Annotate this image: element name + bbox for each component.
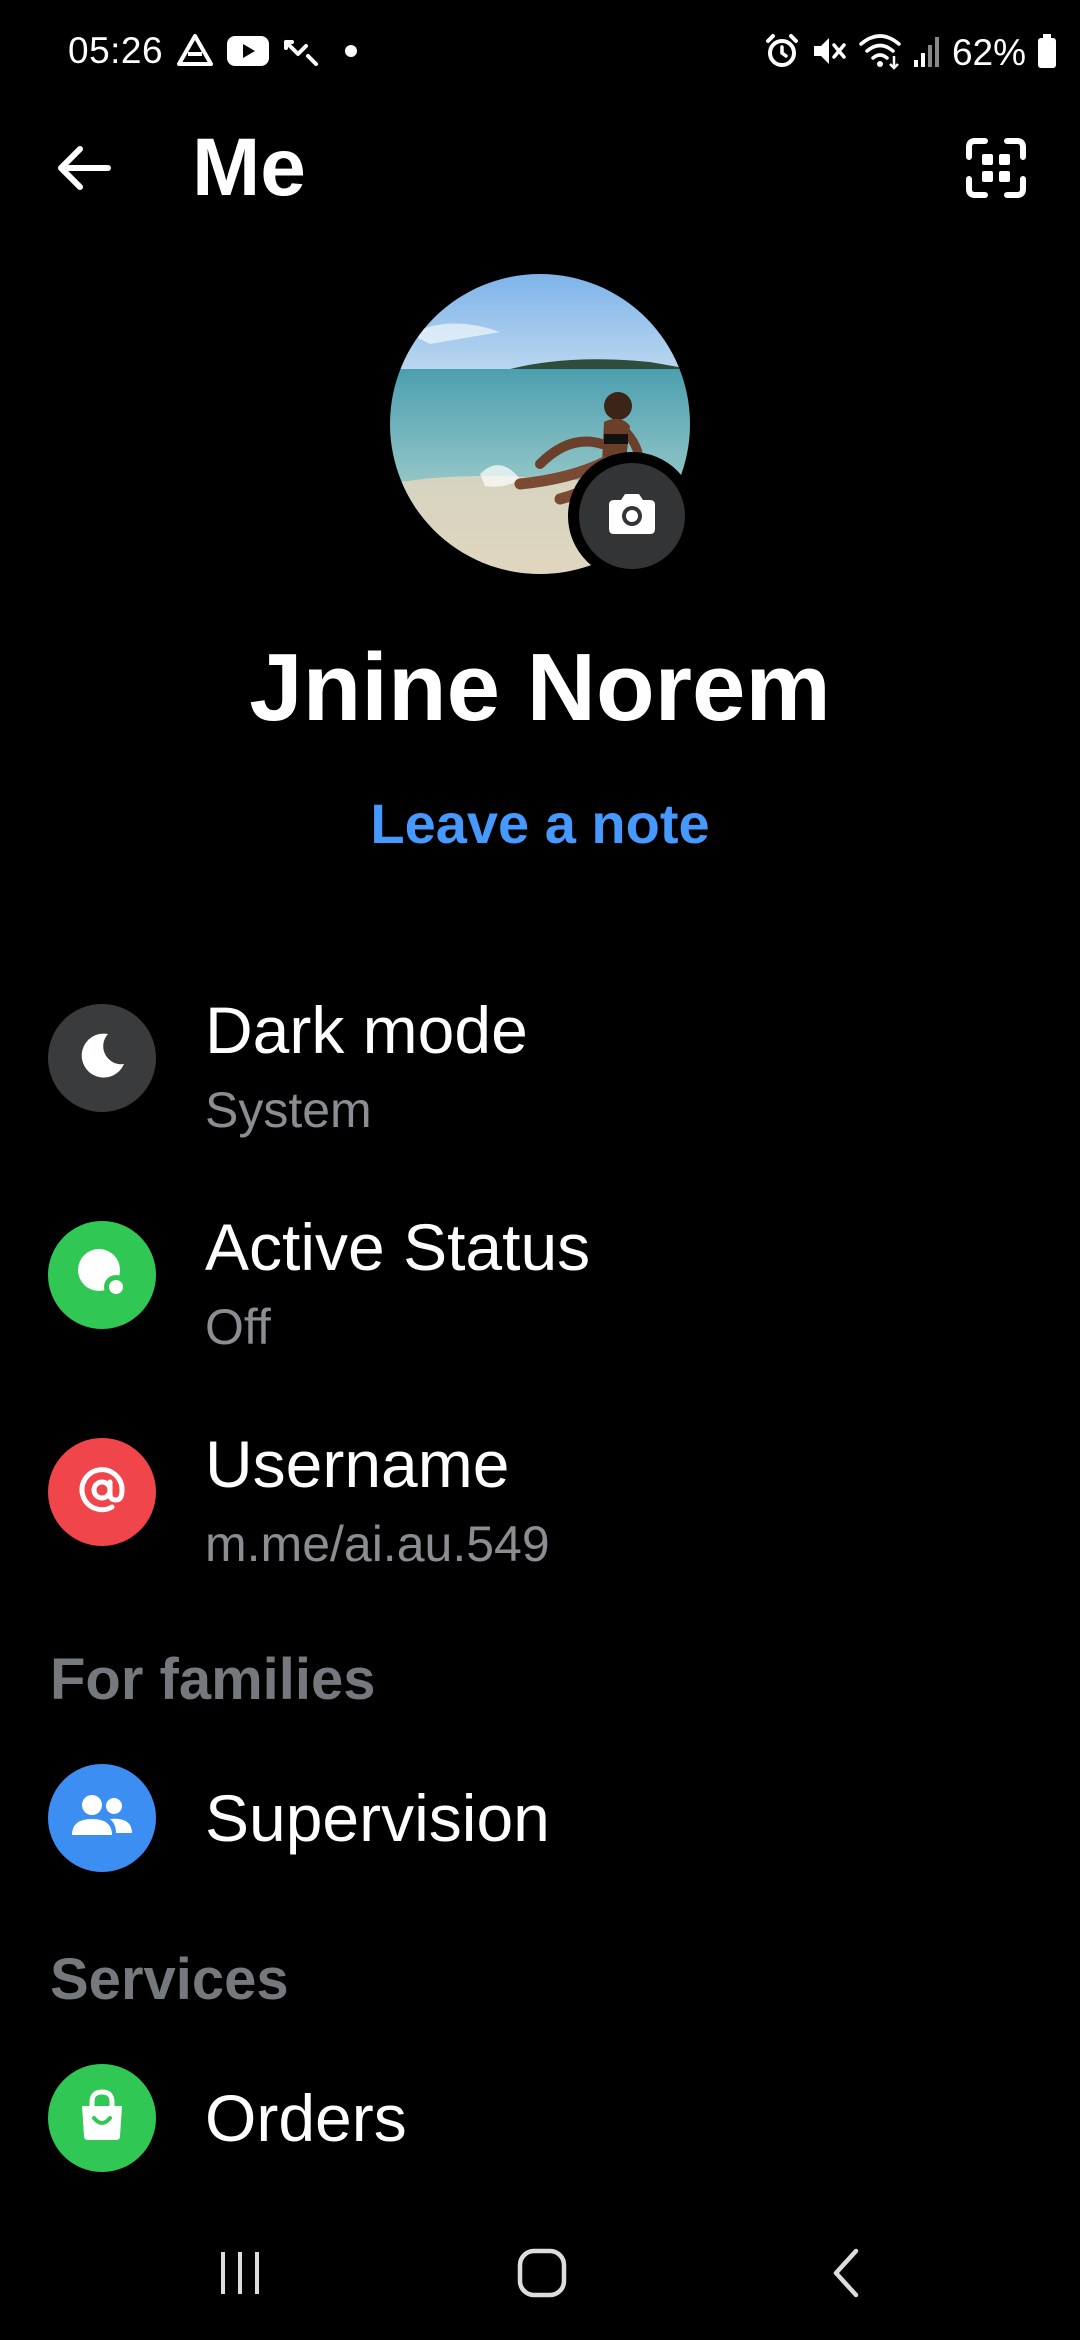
at-sign-icon	[72, 1460, 132, 1525]
home-button[interactable]	[482, 2230, 602, 2320]
username-value: m.me/ai.au.549	[205, 1516, 550, 1572]
system-nav-bar	[0, 2210, 1080, 2340]
change-photo-button[interactable]	[568, 452, 696, 580]
recents-icon	[215, 2248, 265, 2303]
drive-icon	[176, 33, 214, 74]
profile-name: Jnine Norem	[249, 634, 831, 741]
section-header-families: For families	[50, 1647, 376, 1712]
status-time: 05:26	[68, 30, 164, 71]
status-notification-icons	[176, 30, 358, 76]
nav-back-button[interactable]	[786, 2230, 906, 2320]
supervision-item[interactable]: Supervision	[0, 1760, 1080, 1880]
active-status-value: Off	[205, 1299, 271, 1355]
recents-button[interactable]	[180, 2230, 300, 2320]
qr-scan-button[interactable]	[952, 126, 1040, 214]
nav-back-icon	[826, 2247, 866, 2304]
status-bar: 05:26 62%	[0, 0, 1080, 104]
battery-percent: 62%	[951, 32, 1026, 73]
mute-icon	[810, 33, 848, 74]
orders-item[interactable]: Orders	[0, 2060, 1080, 2180]
dark-mode-item[interactable]: Dark mode System	[0, 990, 1080, 1138]
supervision-title: Supervision	[205, 1781, 550, 1855]
page-title: Me	[192, 122, 306, 213]
dark-mode-value: System	[205, 1082, 372, 1138]
arrow-left-icon	[54, 143, 114, 198]
camera-icon	[605, 491, 659, 542]
active-status-item[interactable]: Active Status Off	[0, 1207, 1080, 1355]
active-status-title: Active Status	[205, 1210, 591, 1284]
dot-icon	[344, 44, 358, 63]
back-button[interactable]	[40, 126, 128, 214]
camera-button-inner	[579, 463, 685, 569]
active-status-icon	[72, 1243, 132, 1308]
moon-icon	[74, 1028, 130, 1089]
status-system-icons: 62%	[764, 30, 1058, 76]
username-title: Username	[205, 1427, 510, 1501]
orders-icon-circle	[48, 2064, 156, 2172]
dark-mode-icon-circle	[48, 1004, 156, 1112]
profile-avatar-container	[390, 274, 696, 580]
leave-note-link[interactable]: Leave a note	[370, 792, 709, 855]
supervision-icon-circle	[48, 1764, 156, 1872]
dark-mode-title: Dark mode	[205, 993, 528, 1067]
signal-icon	[912, 34, 942, 73]
youtube-icon	[226, 34, 270, 73]
username-icon-circle	[48, 1438, 156, 1546]
alarm-icon	[764, 33, 800, 74]
qr-scan-icon	[965, 137, 1027, 204]
shopping-bag-icon	[74, 2088, 130, 2149]
orders-title: Orders	[205, 2081, 407, 2155]
people-icon	[70, 1791, 134, 1846]
wifi-icon	[858, 32, 902, 75]
missed-call-icon	[282, 34, 320, 73]
username-item[interactable]: Username m.me/ai.au.549	[0, 1424, 1080, 1572]
leave-note-link-row: Leave a note	[0, 790, 1080, 858]
app-bar: Me	[0, 104, 1080, 228]
active-status-icon-circle	[48, 1221, 156, 1329]
section-header-services: Services	[50, 1947, 289, 2012]
battery-icon	[1036, 33, 1058, 74]
home-icon	[516, 2247, 568, 2304]
